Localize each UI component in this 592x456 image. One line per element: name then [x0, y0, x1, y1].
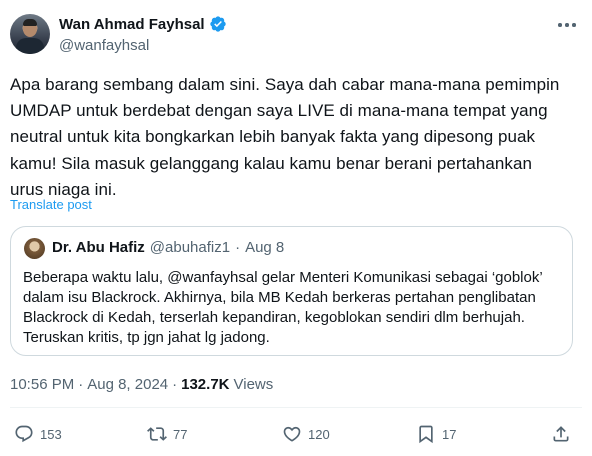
reply-count: 153	[40, 426, 62, 442]
repost-count: 77	[173, 426, 188, 442]
like-button[interactable]: 120	[282, 424, 330, 444]
reply-icon	[15, 425, 33, 443]
meta-separator: ·	[78, 376, 84, 393]
verified-badge-icon	[209, 16, 226, 32]
bookmark-count: 17	[442, 426, 457, 442]
like-count: 120	[308, 426, 330, 442]
tweet-date[interactable]: Aug 8, 2024	[87, 376, 168, 393]
tweet-time[interactable]: 10:56 PM	[10, 376, 74, 393]
repost-icon	[147, 427, 167, 441]
share-icon	[553, 426, 569, 442]
meta-separator: ·	[172, 376, 178, 393]
like-icon	[283, 426, 301, 442]
more-options-icon[interactable]	[556, 18, 578, 32]
quote-date: Aug 8	[245, 239, 285, 256]
views-label: Views	[233, 376, 274, 393]
translate-post-link[interactable]: Translate post	[10, 197, 92, 212]
reply-button[interactable]: 153	[14, 424, 62, 444]
author-handle[interactable]: @wanfayhsal	[59, 37, 149, 54]
avatar-suit	[16, 38, 44, 54]
quote-author-avatar	[24, 238, 45, 259]
quote-author-handle: @abuhafiz1	[149, 239, 231, 256]
tweet-text: Apa barang sembang dalam sini. Saya dah …	[10, 75, 560, 199]
views-count: 132.7K	[181, 376, 230, 393]
quoted-tweet[interactable]: Dr. Abu Hafiz @abuhafiz1 · Aug 8 Beberap…	[10, 226, 573, 356]
bookmark-button[interactable]: 17	[416, 424, 456, 444]
quote-author-name: Dr. Abu Hafiz	[52, 239, 145, 256]
avatar-hair	[23, 19, 37, 26]
author-display-name[interactable]: Wan Ahmad Fayhsal	[59, 16, 205, 33]
author-avatar[interactable]	[10, 14, 50, 54]
bookmark-icon	[419, 425, 433, 444]
quote-separator: ·	[235, 239, 241, 256]
repost-button[interactable]: 77	[147, 424, 187, 444]
tweet-meta: 10:56 PM · Aug 8, 2024 · 132.7K Views	[10, 376, 273, 393]
author-name-row: Wan Ahmad Fayhsal	[59, 15, 227, 33]
action-bar: 153 77 120 17	[0, 420, 592, 450]
quote-header: Dr. Abu Hafiz @abuhafiz1 · Aug 8	[52, 239, 284, 256]
share-button[interactable]	[551, 424, 571, 444]
divider	[10, 407, 582, 408]
quote-text: Beberapa waktu lalu, @wanfayhsal gelar M…	[23, 269, 543, 346]
